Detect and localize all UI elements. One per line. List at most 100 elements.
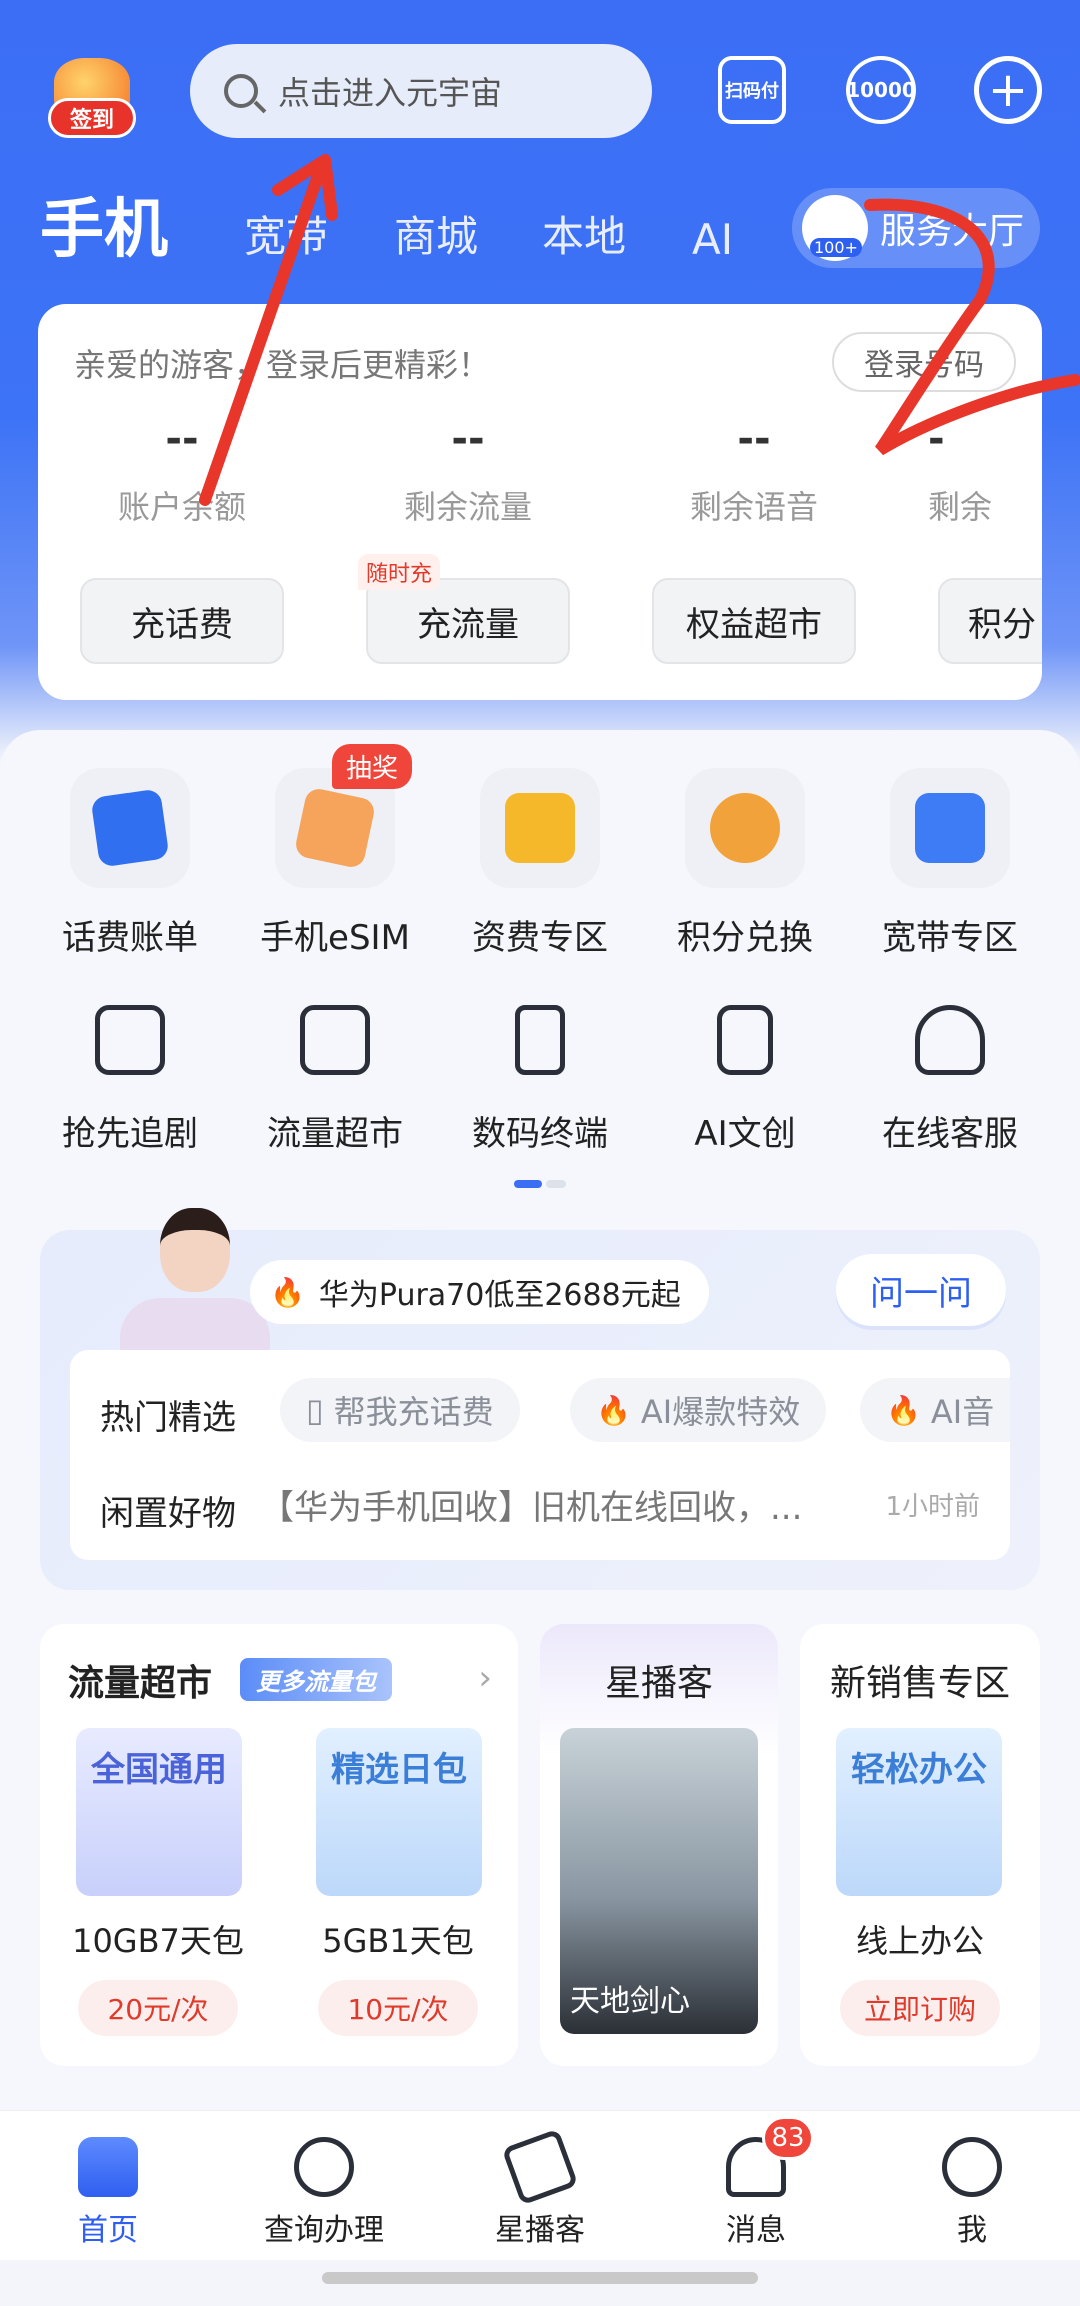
grid-label: 抢先追剧	[62, 1114, 198, 1154]
grid-traffic-market[interactable]: 流量超市	[245, 980, 425, 1155]
grid-broadband[interactable]: 宽带专区	[860, 768, 1040, 959]
service-hall-label: 服务大厅	[880, 211, 1025, 252]
stat-value: -	[928, 416, 945, 462]
login-button[interactable]: 登录号码	[832, 332, 1016, 392]
grid-bill[interactable]: 话费账单	[40, 768, 220, 959]
grid-tariff[interactable]: 资费专区	[450, 768, 630, 959]
search-icon	[294, 2137, 354, 2197]
promo-bubble[interactable]: 🔥 华为Pura70低至2688元起	[250, 1260, 709, 1324]
chip-ai-effects[interactable]: 🔥 AI爆款特效	[570, 1378, 827, 1442]
home-icon	[78, 2137, 138, 2197]
stat-value: --	[451, 416, 485, 462]
grid-label: 宽带专区	[882, 918, 1018, 958]
person-icon	[942, 2137, 1002, 2197]
grid-label: 在线客服	[882, 1114, 1018, 1154]
home-indicator[interactable]	[322, 2272, 758, 2284]
poster-title: 天地剑心	[570, 1984, 690, 2019]
fire-icon: 🔥	[270, 1275, 305, 1309]
page-dot	[546, 1180, 566, 1188]
stat-remaining[interactable]: - 剩余	[928, 416, 1042, 528]
assistant-head	[160, 1208, 230, 1292]
grid-esim[interactable]: 手机eSIM	[245, 768, 425, 959]
tab-phone[interactable]: 手机	[40, 178, 168, 270]
nav-query[interactable]: 查询办理	[234, 2137, 414, 2249]
star-broadcast-card[interactable]: 星播客 天地剑心	[540, 1624, 778, 2066]
stat-voice[interactable]: -- 剩余语音	[644, 416, 864, 528]
signin-label: 签到	[48, 98, 136, 138]
recharge-data-button[interactable]: 充流量	[366, 578, 570, 664]
ask-button[interactable]: 问一问	[836, 1254, 1006, 1326]
guest-greeting: 亲爱的游客，登录后更精彩！	[74, 346, 491, 384]
hotline-label: 10000	[846, 78, 916, 102]
scan-pay-label: 扫码付	[725, 81, 779, 102]
grid-label: 手机eSIM	[260, 918, 410, 958]
signin-button[interactable]: 签到	[44, 52, 140, 138]
stat-balance[interactable]: -- 账户余额	[72, 416, 292, 528]
grid-label: 流量超市	[267, 1114, 403, 1154]
pack-price[interactable]: 20元/次	[78, 1980, 238, 2036]
bill-icon	[70, 768, 190, 888]
bottom-navigation: 首页 查询办理 星播客 消息 我	[0, 2110, 1080, 2260]
new-sales-card[interactable]: 新销售专区 轻松办公 线上办公 立即订购	[800, 1624, 1040, 2066]
ai-suggestions: 热门精选 ▯ 帮我充话费 🔥 AI爆款特效 🔥 AI音 闲置好物 【华为手机回收…	[70, 1350, 1010, 1560]
grid-label: 话费账单	[62, 918, 198, 958]
nav-home[interactable]: 首页	[18, 2137, 198, 2249]
stat-label: 账户余额	[117, 488, 246, 526]
recharge-fee-button[interactable]: 充话费	[80, 578, 284, 664]
stat-data[interactable]: -- 剩余流量	[358, 416, 578, 528]
search-bar[interactable]: 点击进入元宇宙	[190, 44, 652, 138]
service-hall-button[interactable]: 100+ 服务大厅	[792, 188, 1040, 268]
fire-icon: 🔥	[886, 1393, 921, 1427]
card-title: 新销售专区	[829, 1663, 1010, 1704]
nav-me[interactable]: 我	[882, 2137, 1062, 2249]
service-badge: 100+	[810, 238, 862, 257]
account-card: 亲爱的游客，登录后更精彩！ 登录号码 -- 账户余额 -- 剩余流量 -- 剩余…	[38, 304, 1042, 700]
grid-points[interactable]: 积分兑换	[655, 768, 835, 959]
tab-mall[interactable]: 商城	[394, 203, 478, 264]
grid-customer-service[interactable]: 在线客服	[860, 980, 1040, 1155]
points-button[interactable]: 积分	[938, 578, 1042, 664]
anytime-recharge-tag: 随时充	[358, 554, 441, 590]
nav-star-broadcast[interactable]: 星播客	[450, 2128, 630, 2249]
office-image[interactable]: 轻松办公	[836, 1728, 1002, 1896]
card-title: 流量超市	[68, 1663, 213, 1704]
pack-image-text: 全国通用	[91, 1750, 227, 1790]
nav-label: 消息	[726, 2213, 786, 2248]
nav-label: 我	[957, 2213, 987, 2248]
fire-icon: 🔥	[596, 1393, 631, 1427]
nav-label: 星播客	[495, 2213, 585, 2248]
tab-broadband[interactable]: 宽带	[244, 203, 328, 264]
stat-value: --	[165, 416, 199, 462]
pack-name: 5GB1天包	[322, 1922, 474, 1960]
ai-doc-icon	[685, 980, 805, 1100]
points-exchange-icon	[685, 768, 805, 888]
idle-goods-text[interactable]: 【华为手机回收】旧机在线回收，...	[260, 1480, 840, 1529]
grid-drama[interactable]: 抢先追剧	[40, 980, 220, 1155]
scan-pay-icon[interactable]: 扫码付	[718, 56, 786, 124]
phone-check-icon	[480, 980, 600, 1100]
chevron-right-icon[interactable]: ›	[478, 1658, 492, 1698]
grid-digital[interactable]: 数码终端	[450, 980, 630, 1155]
pack-image[interactable]: 精选日包	[316, 1728, 482, 1896]
store-icon	[275, 980, 395, 1100]
nav-messages[interactable]: 消息	[666, 2137, 846, 2249]
pack-price[interactable]: 10元/次	[318, 1980, 478, 2036]
tab-local[interactable]: 本地	[542, 203, 626, 264]
hotline-10000-icon[interactable]: 10000	[846, 56, 916, 124]
grid-ai-creative[interactable]: AI文创	[655, 980, 835, 1155]
traffic-market-card[interactable]: 流量超市 更多流量包 › 全国通用 精选日包 10GB7天包 5GB1天包 20…	[40, 1624, 518, 2066]
phone-small-icon: ▯	[306, 1391, 324, 1429]
chip-ai-music[interactable]: 🔥 AI音	[860, 1378, 1010, 1442]
benefits-market-button[interactable]: 权益超市	[652, 578, 856, 664]
tab-ai[interactable]: AI	[692, 215, 733, 264]
add-icon[interactable]: +	[974, 56, 1042, 124]
stat-value: --	[737, 416, 771, 462]
order-now-button[interactable]: 立即订购	[840, 1980, 1000, 2036]
drama-poster[interactable]: 天地剑心	[560, 1728, 758, 2034]
pack-image-text: 精选日包	[331, 1750, 467, 1790]
page-indicator	[514, 1180, 566, 1188]
search-placeholder: 点击进入元宇宙	[278, 74, 503, 112]
search-icon	[224, 74, 258, 108]
pack-image[interactable]: 全国通用	[76, 1728, 242, 1896]
chip-recharge[interactable]: ▯ 帮我充话费	[280, 1378, 520, 1442]
